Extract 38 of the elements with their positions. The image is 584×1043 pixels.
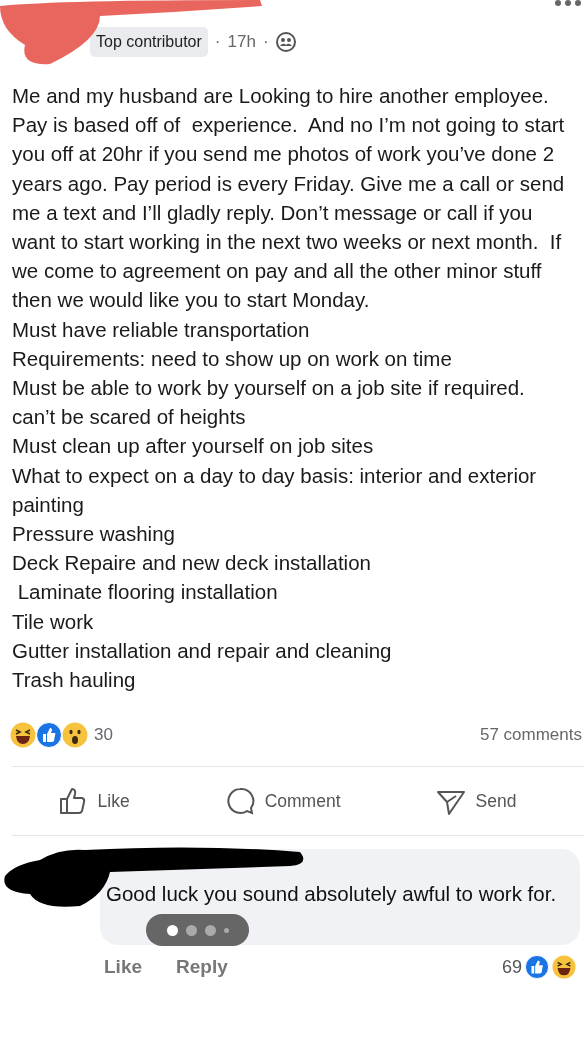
post-text: What to expect on a day to day basis: interior and exterior painting [12,462,538,518]
post-text: Must be able to work by yourself on a job site if required. [12,375,526,402]
post-time: 17h [227,32,256,52]
send-button[interactable]: Send [427,782,525,821]
comment-button[interactable]: Comment [216,782,349,821]
comment-link[interactable]: Reply [176,956,228,979]
post-text: Me and my husband are Looking to hire another employee. Pay is based off of experience. And no I’m not going to start you off at 20hr if you send me photos of work you’ve done 2 years ago. Pay period is every Friday. Give me a call or send me a text and I’ll gladly reply. Don’t message or call if you want to start working in the next two weeks or next month. If we come to agreement on pay and all the other minor stuff then we would like you to start Monday. [12,83,566,314]
post-text: Deck Repaire and new deck installation [12,550,372,577]
top-contributor-badge: Top contributor [90,27,208,57]
post-text: Requirements: need to show up on work on time [12,345,453,372]
more-options-icon[interactable] [554,0,582,8]
comment-link[interactable]: Like [104,956,143,979]
page-dot[interactable] [166,924,178,936]
thumbs-up-emoji-icon [525,955,549,980]
comment-count[interactable]: 57 comments [479,725,582,746]
reaction-count[interactable]: 30 [94,725,113,746]
comment-text: Good luck you sound absolutely awful to work for. [106,882,557,906]
page-dot[interactable] [185,924,197,936]
speech-bubble-icon [224,786,255,817]
separator: · [262,32,269,52]
post-text: Must clean up after yourself on job sites [12,433,375,460]
post-text: Gutter installation and repair and cleaning [12,637,393,664]
post-text: Tile work [12,608,95,635]
post-text: Trash hauling [12,667,137,694]
comment-reaction-count[interactable]: 69 [501,956,522,978]
post-text: can’t be scared of heights [12,404,247,431]
thumbs-up-icon [57,786,88,817]
laughing-emoji-icon [552,955,576,980]
laughing-emoji-icon [10,722,36,749]
page-dot[interactable] [223,927,229,933]
post-text: Laminate flooring installation [16,579,279,606]
post-text: Must have reliable transportation [12,316,311,343]
page-dot[interactable] [204,924,216,936]
separator: · [214,32,221,52]
thumbs-up-emoji-icon [36,722,62,749]
surprised-emoji-icon [62,722,88,749]
post-text: Pressure washing [12,521,176,548]
like-button[interactable]: Like [49,782,138,821]
